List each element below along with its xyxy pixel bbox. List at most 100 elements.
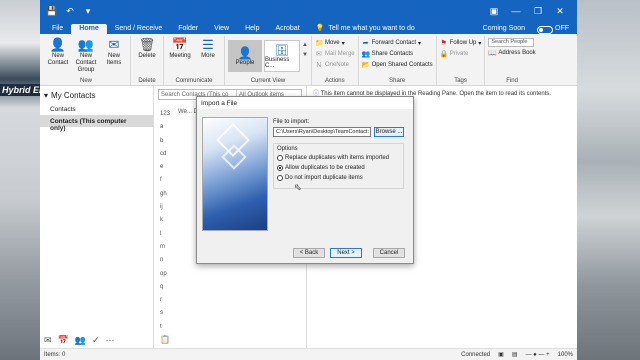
people-nav-icon[interactable]: 👥 [75, 335, 86, 346]
share-contacts-button[interactable]: 👥 Share Contacts [362, 49, 433, 59]
tab-help[interactable]: Help [237, 24, 267, 34]
delete-button[interactable]: 🗑 Delete [134, 36, 160, 60]
new-contact-group-button[interactable]: 👥 New Contact Group [73, 36, 99, 74]
replace-duplicates-radio[interactable]: Replace duplicates with items imported [277, 155, 389, 161]
group-label-find: Find [506, 78, 518, 84]
business-card-icon: 🗄 [275, 44, 289, 57]
coming-soon-toggle[interactable] [537, 26, 553, 34]
reading-view-icon[interactable]: ▤ [512, 351, 518, 358]
radio-indicator-selected [277, 165, 283, 171]
next-button[interactable]: Next > [330, 248, 362, 258]
view-gallery-scroll[interactable]: ▲ ▼ [302, 40, 308, 60]
alpha-index-item[interactable]: a [160, 121, 170, 134]
alphabet-index: 123 a b cd e f gh ij k l m n op q r s t [160, 108, 170, 334]
alpha-index-item[interactable]: r [160, 294, 170, 307]
alpha-index-item[interactable]: t [160, 321, 170, 334]
tell-me-text: Tell me what you want to do [328, 24, 415, 32]
onenote-button[interactable]: N OneNote [315, 60, 355, 70]
my-contacts-header[interactable]: ▾ My Contacts [40, 86, 153, 103]
tab-folder[interactable]: Folder [170, 24, 206, 34]
group-label-actions: Actions [324, 78, 345, 84]
open-shared-contacts-button[interactable]: 📂 Open Shared Contacts [362, 60, 433, 70]
tab-view[interactable]: View [206, 24, 237, 34]
allow-duplicates-radio[interactable]: Allow duplicates to be created [277, 165, 365, 171]
people-view-button[interactable]: 👤 People [228, 40, 262, 72]
undo-icon[interactable]: ↶ [64, 5, 76, 17]
alpha-index-item[interactable]: b [160, 135, 170, 148]
group-label-communicate: Communicate [175, 78, 213, 84]
more-apps-icon[interactable]: ⋯ [106, 335, 115, 346]
calendar-nav-icon[interactable]: 📅 [58, 335, 69, 346]
zoom-level[interactable]: 100% [558, 352, 573, 358]
file-path-input[interactable]: C:\Users\Ryan\Desktop\TeamContact: [273, 127, 371, 137]
alpha-index-item[interactable]: m [160, 241, 170, 254]
alpha-index-item[interactable]: gh [160, 188, 170, 201]
status-bar: Items: 0 Connected ▣ ▤ — ● — + 100% [40, 348, 577, 360]
tab-file[interactable]: File [44, 24, 71, 34]
wizard-graphic [202, 117, 268, 231]
mail-merge-button[interactable]: ✉ Mail Merge [315, 49, 355, 59]
tab-send-receive[interactable]: Send / Receive [107, 24, 170, 34]
ribbon-display-icon[interactable]: ▣ [483, 6, 505, 17]
alpha-index-item[interactable]: f [160, 174, 170, 187]
more-button[interactable]: ☰ More [195, 36, 221, 60]
alpha-index-item[interactable]: s [160, 307, 170, 320]
back-button[interactable]: < Back [293, 248, 325, 258]
nav-item-contacts-this-computer[interactable]: Contacts (This computer only) [40, 115, 153, 132]
dialog-title: Import a File [197, 97, 413, 109]
collapse-chevron-icon: ▾ [44, 91, 49, 100]
business-card-small-icon[interactable]: 📋 [160, 335, 170, 344]
tab-acrobat[interactable]: Acrobat [268, 24, 308, 34]
options-group: Options Replace duplicates with items im… [273, 143, 404, 189]
move-button[interactable]: 📁 Move ▾ [315, 38, 355, 48]
alpha-index-item[interactable]: l [160, 228, 170, 241]
group-current-view: 👤 People 🗄 Business C... ▲ ▼ Current View [225, 36, 312, 85]
alpha-index-item[interactable]: k [160, 214, 170, 227]
ribbon: 👤 New Contact 👥 New Contact Group ✉ New … [40, 34, 577, 86]
business-card-view-button[interactable]: 🗄 Business C... [264, 40, 300, 72]
alpha-index-item[interactable]: op [160, 268, 170, 281]
import-file-dialog: Import a File File to import: C:\Users\R… [196, 96, 414, 264]
module-switcher: ✉ 📅 👥 ✓ ⋯ [40, 335, 154, 346]
restore-icon[interactable]: ❐ [527, 6, 549, 17]
alpha-index-item[interactable]: cd [160, 148, 170, 161]
quick-access-dropdown-icon[interactable]: ▾ [82, 5, 94, 17]
toggle-state-label: OFF [555, 25, 569, 32]
coming-soon-label: Coming Soon [482, 25, 525, 32]
address-book-button[interactable]: 📖 Address Book [488, 48, 535, 58]
do-not-import-duplicates-radio[interactable]: Do not import duplicate items [277, 175, 363, 181]
new-items-button[interactable]: ✉ New Items [101, 36, 127, 67]
more-icon: ☰ [202, 36, 214, 52]
cancel-button[interactable]: Cancel [373, 248, 405, 258]
alpha-index-item[interactable]: ij [160, 201, 170, 214]
forward-contact-button[interactable]: ➦ Forward Contact ▾ [362, 38, 433, 48]
background-photo-right [577, 0, 640, 360]
ribbon-tabs: File Home Send / Receive Folder View Hel… [40, 22, 577, 34]
browse-button[interactable]: Browse ... [374, 127, 404, 137]
mouse-cursor-icon: ⬁ [294, 182, 302, 192]
tab-home[interactable]: Home [71, 24, 107, 34]
group-label-delete: Delete [138, 78, 156, 84]
meeting-button[interactable]: 📅 Meeting [167, 36, 193, 60]
alpha-index-item[interactable]: 123 [160, 108, 170, 121]
normal-view-icon[interactable]: ▣ [498, 351, 504, 358]
alpha-index-item[interactable]: e [160, 161, 170, 174]
mail-icon[interactable]: ✉ [44, 335, 52, 346]
tell-me-search[interactable]: 💡 Tell me what you want to do [308, 23, 423, 34]
tasks-icon[interactable]: ✓ [92, 335, 100, 346]
alpha-index-item[interactable]: q [160, 281, 170, 294]
save-icon[interactable]: 💾 [46, 5, 58, 17]
group-communicate: 📅 Meeting ☰ More Communicate [164, 36, 225, 85]
lock-icon: 🔒 [439, 51, 449, 58]
shared-folder-icon: 📂 [361, 62, 371, 69]
minimize-icon[interactable]: — [505, 6, 527, 16]
search-people-input[interactable]: Search People [488, 38, 535, 47]
new-contact-button[interactable]: 👤 New Contact [45, 36, 71, 67]
zoom-slider[interactable]: — ● — + [526, 352, 550, 358]
person-icon: 👤 [237, 46, 253, 60]
follow-up-button[interactable]: ⚑ Follow Up ▾ [440, 38, 482, 48]
alpha-index-item[interactable]: n [160, 254, 170, 267]
nav-item-contacts[interactable]: Contacts [40, 103, 153, 115]
private-button[interactable]: 🔒 Private [440, 49, 482, 59]
close-icon[interactable]: ✕ [549, 6, 571, 17]
